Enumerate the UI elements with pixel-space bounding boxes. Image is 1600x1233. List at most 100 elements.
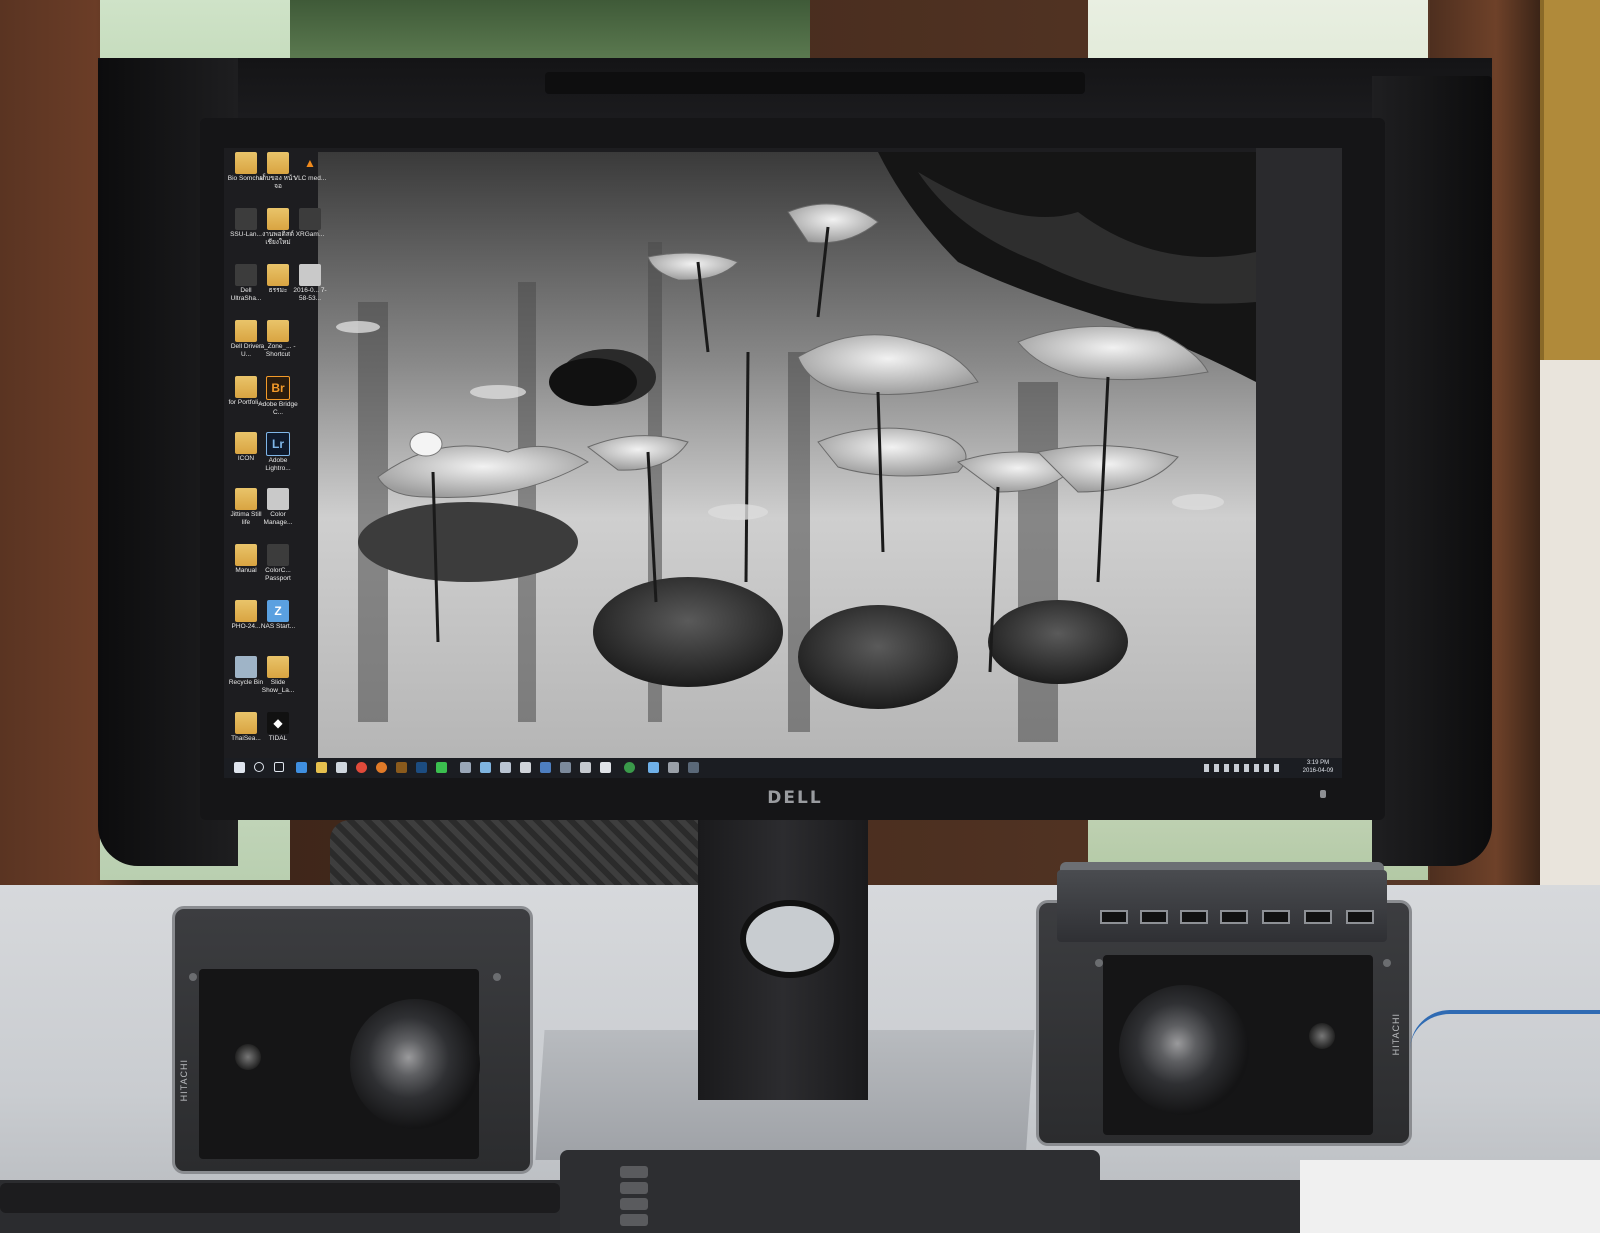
screw xyxy=(1383,959,1391,967)
desktop-icon-image xyxy=(235,656,257,678)
app-icon-10[interactable] xyxy=(648,762,659,773)
screw xyxy=(1095,959,1103,967)
desktop-icon[interactable]: Slide Show_La... xyxy=(258,656,298,695)
desktop-icon-label: NAS Start... xyxy=(260,623,296,630)
speaker-left-tweeter xyxy=(235,1044,261,1070)
wall-panel xyxy=(1540,360,1600,920)
cable-management-hole xyxy=(740,900,840,978)
screw xyxy=(189,973,197,981)
desktop-icon-image xyxy=(267,544,289,566)
desktop-icon-image: Lr xyxy=(266,432,290,456)
monitor-hood-right xyxy=(1372,76,1492,866)
store-icon[interactable] xyxy=(336,762,347,773)
edge-icon[interactable] xyxy=(296,762,307,773)
desktop-icon[interactable]: Lr Adobe Lightro... xyxy=(258,432,298,473)
desktop-icon-image xyxy=(267,320,289,342)
desktop-icon[interactable]: 2016-0... 7-58-53... xyxy=(290,264,330,303)
notebook xyxy=(1300,1160,1600,1233)
desktop-icon-grid: Bio Somchai เก็บของ หน้าจอ ▲ VLC med... SSU-… xyxy=(224,148,327,758)
file-explorer-icon[interactable] xyxy=(316,762,327,773)
desktop-icon-label: Adobe Bridge C... xyxy=(258,401,298,416)
desktop-icon-image xyxy=(299,264,321,286)
desktop-icon-image xyxy=(267,656,289,678)
usb-port[interactable] xyxy=(1180,910,1208,924)
app-icon-3[interactable] xyxy=(500,762,511,773)
desktop-icon-image xyxy=(267,488,289,510)
speaker-right-woofer xyxy=(1119,985,1249,1115)
speaker-right-brand: HITACHI xyxy=(1391,1013,1401,1056)
desktop-icon-image: ▲ xyxy=(304,156,316,170)
desktop-icon-image xyxy=(235,432,257,454)
desktop-icon-image xyxy=(235,600,257,622)
system-tray[interactable] xyxy=(1204,764,1284,772)
app-icon-7[interactable] xyxy=(580,762,591,773)
app-icon-6[interactable] xyxy=(560,762,571,773)
usb-port[interactable] xyxy=(1304,910,1332,924)
desktop-icon-image xyxy=(235,208,257,230)
desktop-icon[interactable]: ColorC... Passport xyxy=(258,544,298,583)
desktop-icon-label: VLC med... xyxy=(293,175,327,182)
windows-taskbar: 3:19 PM 2016-04-09 xyxy=(224,758,1342,778)
app-icon-4[interactable] xyxy=(520,762,531,773)
desktop-icon-image xyxy=(267,264,289,286)
app-icon-1[interactable] xyxy=(460,762,471,773)
desktop-icon[interactable]: a_Zone_... - Shortcut xyxy=(258,320,298,359)
taskbar-clock[interactable]: 3:19 PM 2016-04-09 xyxy=(1296,759,1340,775)
desktop-icon-image xyxy=(235,320,257,342)
calibrator-bar xyxy=(545,72,1085,94)
desktop-icon[interactable]: Z NAS Start... xyxy=(258,600,298,631)
bridge-icon[interactable] xyxy=(396,762,407,773)
desktop-icon-label: Slide Show_La... xyxy=(261,679,295,694)
search-icon[interactable] xyxy=(254,762,264,772)
screw xyxy=(493,973,501,981)
usb-port[interactable] xyxy=(1220,910,1248,924)
app-green-icon[interactable] xyxy=(436,762,447,773)
desktop-icon[interactable]: Br Adobe Bridge C... xyxy=(258,376,298,417)
desktop-icon-label: TIDAL xyxy=(268,735,288,742)
desktop-icon-image xyxy=(267,152,289,174)
task-view-icon[interactable] xyxy=(274,762,284,772)
firefox-icon[interactable] xyxy=(376,762,387,773)
tablet-express-key[interactable] xyxy=(620,1198,648,1210)
usb-port[interactable] xyxy=(1100,910,1128,924)
app-icon-5[interactable] xyxy=(540,762,551,773)
desktop-icon[interactable]: Color Manage... xyxy=(258,488,298,527)
desktop-icon[interactable]: XRGam... xyxy=(290,208,330,239)
monitor-screen[interactable]: Bio Somchai เก็บของ หน้าจอ ▲ VLC med... SSU-… xyxy=(224,148,1342,778)
app-icon-12[interactable] xyxy=(688,762,699,773)
app-icon-2[interactable] xyxy=(480,762,491,773)
desktop-icon-label: Color Manage... xyxy=(263,511,293,526)
keyboard[interactable] xyxy=(0,1183,560,1213)
desktop-icon-image xyxy=(235,544,257,566)
desktop-icon-image xyxy=(235,712,257,734)
chrome-icon[interactable] xyxy=(356,762,367,773)
tablet-express-key[interactable] xyxy=(620,1182,648,1194)
desktop-icon-image xyxy=(235,264,257,286)
tablet-express-key[interactable] xyxy=(620,1166,648,1178)
desktop-empty-area xyxy=(1256,148,1342,758)
desktop-icon-label: a_Zone_... - Shortcut xyxy=(260,343,296,358)
desktop-icon[interactable]: ◆ TIDAL xyxy=(258,712,298,743)
usb-port[interactable] xyxy=(1346,910,1374,924)
wallpaper-lotus-pond xyxy=(318,152,1256,762)
clock-date: 2016-04-09 xyxy=(1302,768,1334,774)
app-icon-9[interactable] xyxy=(624,762,635,773)
usb-port[interactable] xyxy=(1262,910,1290,924)
desktop-icon-label: ColorC... Passport xyxy=(265,567,291,582)
power-button[interactable] xyxy=(1320,790,1326,798)
app-icon-11[interactable] xyxy=(668,762,679,773)
speaker-left: HITACHI xyxy=(172,906,533,1174)
desktop-icon-image: Br xyxy=(266,376,290,400)
usb-port[interactable] xyxy=(1140,910,1168,924)
tablet-express-key[interactable] xyxy=(620,1214,648,1226)
desktop-icon-image xyxy=(235,488,257,510)
desktop-icon[interactable]: ▲ VLC med... xyxy=(290,152,330,183)
photoshop-icon[interactable] xyxy=(416,762,427,773)
app-icon-8[interactable] xyxy=(600,762,611,773)
windows-start-icon[interactable] xyxy=(234,762,245,773)
desktop-icon-image xyxy=(235,376,257,398)
speaker-right-tweeter xyxy=(1309,1023,1335,1049)
wall-picture-frame xyxy=(1540,0,1600,360)
usb-hub xyxy=(1057,870,1387,942)
desktop-icon-label: XRGam... xyxy=(295,231,325,238)
